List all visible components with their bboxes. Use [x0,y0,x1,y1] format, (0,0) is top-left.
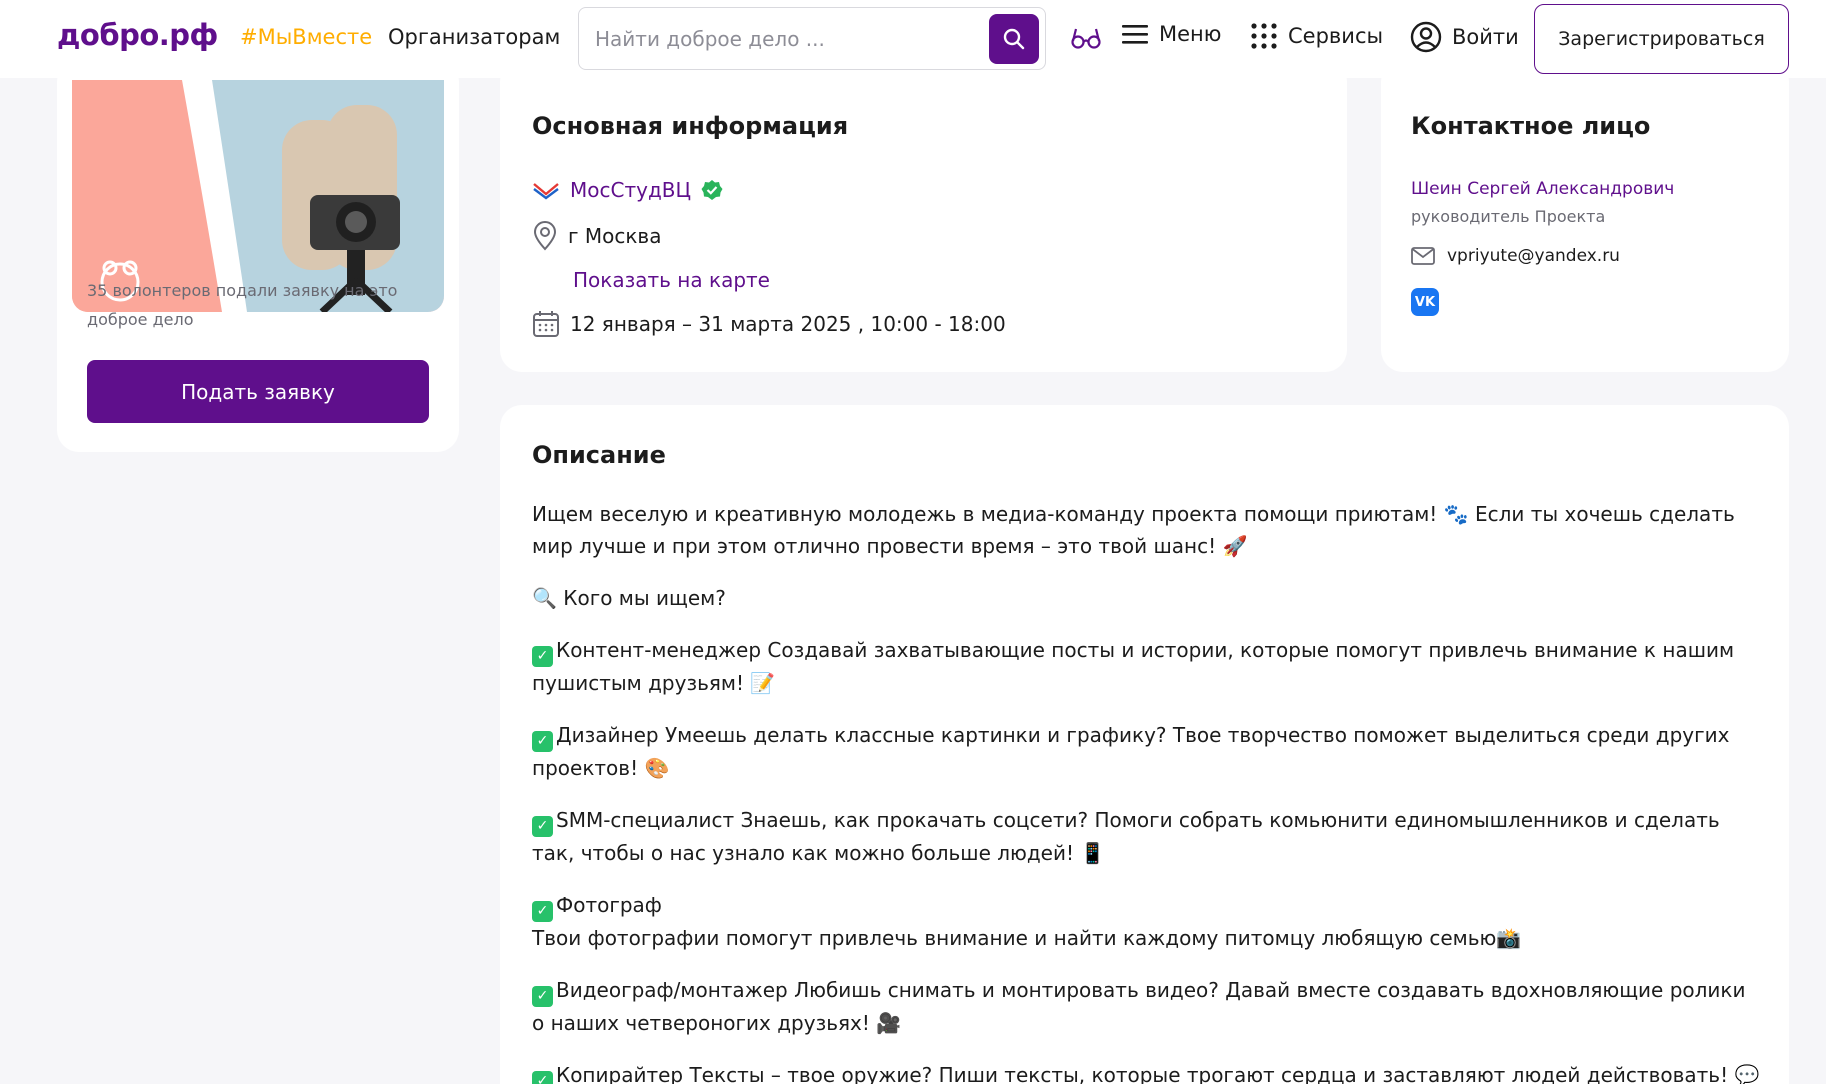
checkbox-icon: ✓ [532,731,553,752]
role-item: ✓ Видеограф/монтажер Любишь снимать и мон… [532,978,1746,1035]
show-on-map-link[interactable]: Показать на карте [573,268,770,292]
description-who: 🔍 Кого мы ищем? [532,586,726,610]
verified-badge-icon [701,180,723,200]
register-button[interactable]: Зарегистрироваться [1534,4,1789,74]
services-button[interactable]: Сервисы [1250,22,1383,50]
checkbox-icon: ✓ [532,1071,553,1084]
photographer-detail: Твои фотографии помогут привлечь внимани… [532,926,1522,950]
login-button[interactable]: Войти [1410,21,1519,53]
contact-role: руководитель Проекта [1411,207,1606,226]
description-body: Ищем веселую и креативную молодежь в мед… [532,498,1762,1084]
search-input[interactable] [595,25,975,53]
organization-link[interactable]: МосСтудВЦ [570,178,691,202]
calendar-icon [533,311,559,337]
search-box [578,7,1046,70]
description-card: Описание Ищем веселую и креативную молод… [500,405,1789,1084]
description-intro: Ищем веселую и креативную молодежь в мед… [532,502,1735,558]
search-button[interactable] [989,14,1039,64]
contact-card: Контактное лицо Шеин Сергей Александрови… [1381,60,1789,372]
grid-dots-icon [1251,23,1277,49]
menu-button[interactable]: Меню [1121,22,1221,46]
organization-logo-icon [533,183,559,200]
user-circle-icon [1410,21,1442,53]
checkbox-icon: ✓ [532,901,553,922]
role-item: ✓ Дизайнер Умеешь делать классные картинк… [532,723,1730,780]
location-row: г Москва [532,221,661,251]
main-info-card: Основная информация МосСтудВЦ г Москва П… [500,60,1347,372]
checkbox-icon: ✓ [532,816,553,837]
vk-icon[interactable]: VK [1411,288,1439,316]
checkbox-icon: ✓ [532,646,553,667]
services-label: Сервисы [1288,24,1384,48]
apply-button[interactable]: Подать заявку [87,360,429,423]
hamburger-icon [1122,25,1148,44]
hashtag-link[interactable]: #МыВместе [240,25,372,49]
organization-row: МосСтудВЦ [532,178,723,202]
volunteers-count-text: 35 волонтеров подали заявку на это добро… [87,281,398,329]
date-row: 12 января – 31 марта 2025 , 10:00 - 18:0… [532,310,1006,338]
site-logo[interactable]: добро.рф [57,18,218,52]
contact-name[interactable]: Шеин Сергей Александрович [1411,179,1674,199]
role-item: ✓ Контент-менеджер Создавай захватывающие… [532,638,1735,695]
checkbox-icon: ✓ [532,986,553,1007]
accessibility-glasses-icon[interactable] [1071,26,1101,54]
role-item: ✓ SMM-специалист Знаешь, как прокачать со… [532,808,1720,865]
apply-card: 35 волонтеров подали заявку на это добро… [57,60,459,452]
dates-text: 12 января – 31 марта 2025 , 10:00 - 18:0… [570,312,1006,336]
mail-icon [1411,247,1435,265]
role-item: ✓ Фотограф Твои фотографии помогут привлеч… [532,893,1522,950]
city-text: г Москва [568,224,662,248]
contact-title: Контактное лицо [1411,112,1651,140]
search-icon [1003,28,1025,50]
location-pin-icon [533,221,557,251]
main-info-title: Основная информация [532,112,849,140]
contact-email-row[interactable]: vpriyute@yandex.ru [1411,246,1620,266]
role-item: ✓ Копирайтер Тексты – твое оружие? Пиши т… [532,1059,1762,1084]
login-label: Войти [1452,25,1519,49]
menu-label: Меню [1159,22,1222,46]
top-header: добро.рф #МыВместе Организаторам Меню Се… [0,0,1826,78]
organizers-link[interactable]: Организаторам [388,25,560,49]
description-title: Описание [532,441,666,469]
contact-email-text: vpriyute@yandex.ru [1447,246,1620,266]
